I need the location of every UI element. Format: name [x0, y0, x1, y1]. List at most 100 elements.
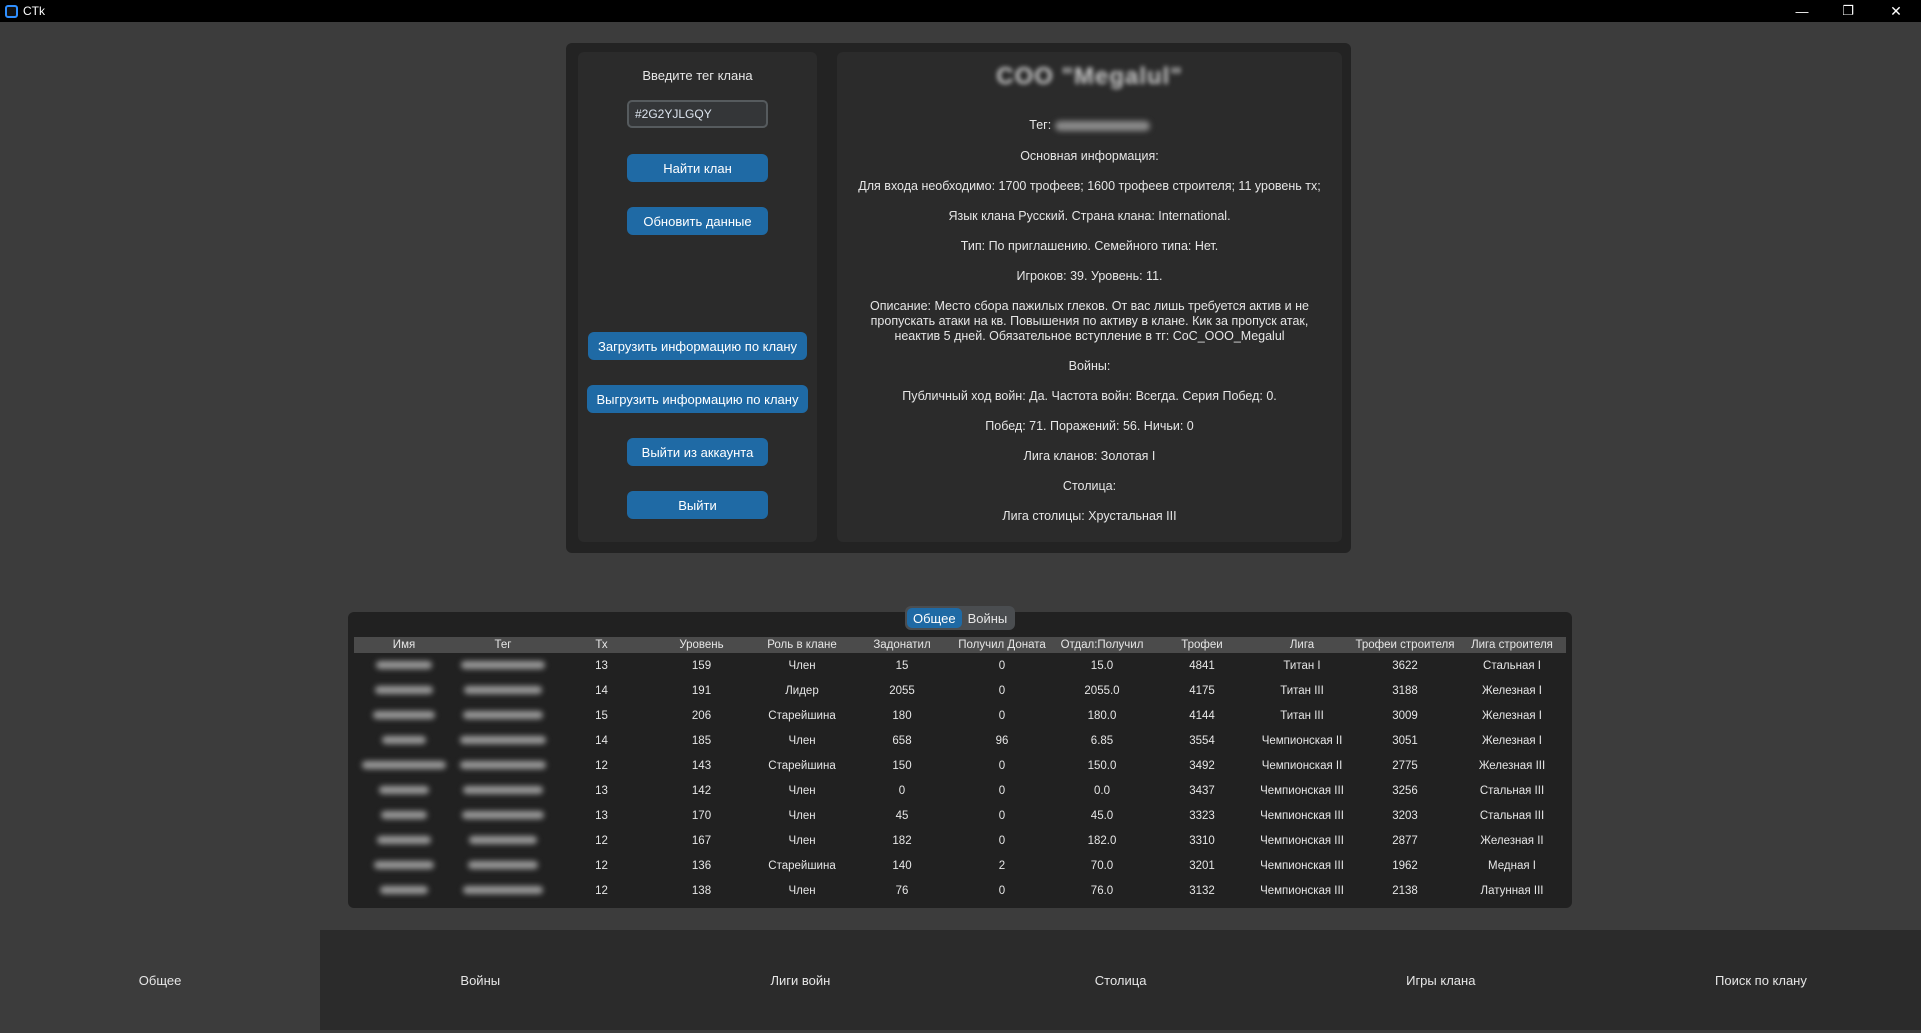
- title-bar: CTk — ❐ ✕: [0, 0, 1921, 22]
- column-header[interactable]: Роль в клане: [752, 637, 852, 653]
- member-tag-redacted: [454, 678, 552, 703]
- member-tag-redacted: [454, 853, 552, 878]
- table-cell: 2055.0: [1052, 678, 1152, 703]
- table-row[interactable]: 13 159 Член 15 0 15.0 4841 Титан I 3622 Стальная …: [354, 653, 1566, 678]
- table-row[interactable]: 14 185 Член 658 96 6.85 3554 Чемпионская II 3051…: [354, 728, 1566, 753]
- table-cell: 13: [552, 778, 651, 803]
- column-header[interactable]: Трофеи: [1152, 637, 1252, 653]
- control-panel: Введите тег клана Найти клан Обновить да…: [578, 52, 817, 542]
- column-header[interactable]: Уровень: [651, 637, 752, 653]
- tab-wars[interactable]: Войны: [962, 608, 1014, 628]
- refresh-data-button[interactable]: Обновить данные: [627, 207, 768, 235]
- member-name-redacted: [354, 678, 454, 703]
- clan-tag-redacted: [1054, 120, 1150, 131]
- column-header[interactable]: Имя: [354, 637, 454, 653]
- member-name-redacted: [354, 703, 454, 728]
- table-cell: Старейшина: [752, 853, 852, 878]
- table-cell: 3256: [1352, 778, 1458, 803]
- members-table: Имя Тег Тх Уровень Роль в клане Задонати…: [354, 637, 1566, 903]
- nav-general[interactable]: Общее: [0, 930, 321, 1030]
- column-header[interactable]: Тег: [454, 637, 552, 653]
- column-header[interactable]: Тх: [552, 637, 651, 653]
- table-cell: 76.0: [1052, 878, 1152, 903]
- table-row[interactable]: 14 191 Лидер 2055 0 2055.0 4175 Титан III 3188 Же…: [354, 678, 1566, 703]
- capital-league: Лига столицы: Хрустальная III: [1002, 509, 1177, 523]
- table-cell: 3188: [1352, 678, 1458, 703]
- clan-type: Тип: По приглашению. Семейного типа: Нет…: [960, 239, 1219, 253]
- member-tag-redacted: [454, 753, 552, 778]
- table-cell: Стальная I: [1458, 653, 1566, 678]
- table-cell: Медная I: [1458, 853, 1566, 878]
- table-cell: 15: [852, 653, 952, 678]
- table-cell: 150.0: [1052, 753, 1152, 778]
- table-cell: 45: [852, 803, 952, 828]
- member-name-redacted: [354, 753, 454, 778]
- column-header[interactable]: Трофеи строителя: [1352, 637, 1458, 653]
- table-cell: Латунная III: [1458, 878, 1566, 903]
- nav-wars[interactable]: Войны: [320, 930, 640, 1030]
- table-row[interactable]: 12 143 Старейшина 150 0 150.0 3492 Чемпионская …: [354, 753, 1566, 778]
- column-header[interactable]: Получил Доната: [952, 637, 1052, 653]
- table-cell: 2877: [1352, 828, 1458, 853]
- table-cell: 0: [952, 703, 1052, 728]
- table-cell: 180: [852, 703, 952, 728]
- table-row[interactable]: 13 142 Член 0 0 0.0 3437 Чемпионская III 3256 Ста…: [354, 778, 1566, 803]
- member-tag-redacted: [454, 878, 552, 903]
- column-header[interactable]: Лига строителя: [1458, 637, 1566, 653]
- clan-tag-line: Тег:: [837, 118, 1342, 133]
- table-row[interactable]: 12 138 Член 76 0 76.0 3132 Чемпионская III 2138 Л…: [354, 878, 1566, 903]
- close-icon[interactable]: ✕: [1871, 0, 1921, 22]
- table-cell: 45.0: [1052, 803, 1152, 828]
- table-cell: 3009: [1352, 703, 1458, 728]
- nav-clan-search[interactable]: Поиск по клану: [1601, 930, 1921, 1030]
- wars-header: Войны:: [1068, 359, 1111, 373]
- clan-tag-input[interactable]: [627, 100, 768, 128]
- table-cell: Стальная III: [1458, 803, 1566, 828]
- table-cell: 4841: [1152, 653, 1252, 678]
- table-cell: 185: [651, 728, 752, 753]
- table-cell: 3622: [1352, 653, 1458, 678]
- load-clan-info-button[interactable]: Загрузить информацию по клану: [588, 332, 807, 360]
- nav-capital[interactable]: Столица: [961, 930, 1281, 1030]
- table-cell: 0: [952, 653, 1052, 678]
- column-header[interactable]: Отдал:Получил: [1052, 637, 1152, 653]
- table-cell: 3323: [1152, 803, 1252, 828]
- nav-clan-games[interactable]: Игры клана: [1281, 930, 1601, 1030]
- nav-war-leagues[interactable]: Лиги войн: [640, 930, 960, 1030]
- table-cell: Член: [752, 728, 852, 753]
- table-cell: Железная II: [1458, 828, 1566, 853]
- table-cell: Чемпионская III: [1252, 853, 1352, 878]
- table-cell: Титан III: [1252, 678, 1352, 703]
- table-cell: 2: [952, 853, 1052, 878]
- clan-name: COO "Megalul": [996, 63, 1183, 90]
- table-cell: Чемпионская III: [1252, 803, 1352, 828]
- table-cell: 6.85: [1052, 728, 1152, 753]
- table-cell: Член: [752, 778, 852, 803]
- table-row[interactable]: 13 170 Член 45 0 45.0 3323 Чемпионская III 3203 С…: [354, 803, 1566, 828]
- description-line-1: Описание: Место сбора пажилых глеков. От…: [870, 299, 1309, 313]
- member-tag-redacted: [454, 728, 552, 753]
- find-clan-button[interactable]: Найти клан: [627, 154, 768, 182]
- maximize-icon[interactable]: ❐: [1825, 0, 1871, 22]
- table-cell: 0: [952, 778, 1052, 803]
- column-header[interactable]: Задонатил: [852, 637, 952, 653]
- member-tag-redacted: [454, 803, 552, 828]
- table-cell: 180.0: [1052, 703, 1152, 728]
- exit-button[interactable]: Выйти: [627, 491, 768, 519]
- table-cell: Член: [752, 653, 852, 678]
- tab-general[interactable]: Общее: [907, 608, 962, 628]
- table-cell: 4175: [1152, 678, 1252, 703]
- member-name-redacted: [354, 828, 454, 853]
- table-row[interactable]: 15 206 Старейшина 180 0 180.0 4144 Титан III 300…: [354, 703, 1566, 728]
- member-tag-redacted: [454, 778, 552, 803]
- table-row[interactable]: 12 167 Член 182 0 182.0 3310 Чемпионская III 287…: [354, 828, 1566, 853]
- export-clan-info-button[interactable]: Выгрузить информацию по клану: [587, 385, 808, 413]
- logout-button[interactable]: Выйти из аккаунта: [627, 438, 768, 466]
- table-cell: 140: [852, 853, 952, 878]
- column-header[interactable]: Лига: [1252, 637, 1352, 653]
- app-icon: [5, 4, 18, 18]
- minimize-icon[interactable]: —: [1779, 0, 1825, 22]
- member-tag-redacted: [454, 653, 552, 678]
- table-row[interactable]: 12 136 Старейшина 140 2 70.0 3201 Чемпионская I…: [354, 853, 1566, 878]
- table-cell: 3492: [1152, 753, 1252, 778]
